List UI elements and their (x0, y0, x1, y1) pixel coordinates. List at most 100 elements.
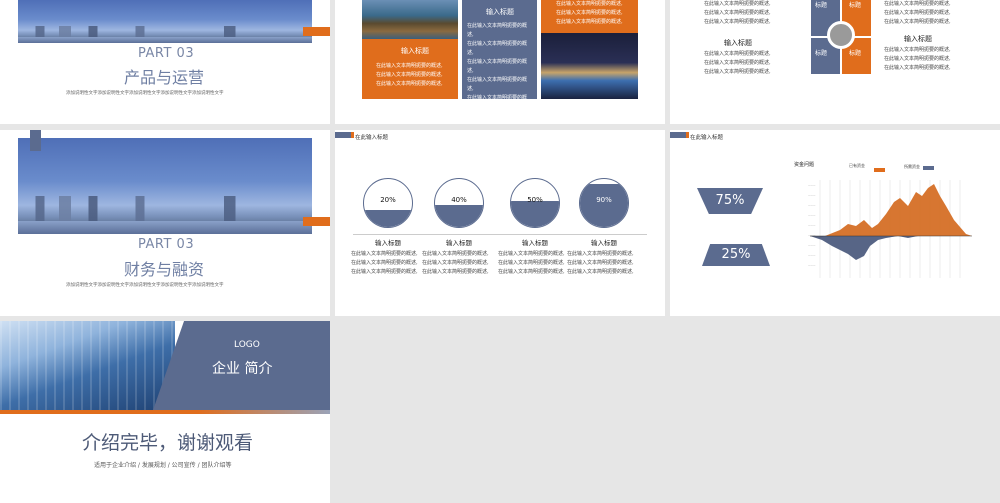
box-line: 在此输入文本简明扼要的概述, (467, 59, 528, 74)
svg-text:———: ——— (808, 264, 816, 267)
text-line: 在此输入文本简明扼要的概述, (567, 260, 634, 266)
caption: 添加说明性文字添加说明性文字添加说明性文字添加说明性文字添加说明性文字 (66, 91, 224, 96)
quadrant-diagram: 标题 标题 标题 标题 (811, 0, 871, 74)
svg-text:———: ——— (808, 254, 816, 257)
slide-thumbnail-2[interactable]: 输入标题 在此输入文本简明扼要的概述, 在此输入文本简明扼要的概述, 在此输入文… (335, 0, 665, 124)
slide-thumbnail-5[interactable]: 在此输入标题 20% 输入标题 在此输入文本简明扼要的概述, 在此输入文本简明扼要的概… (335, 130, 665, 316)
city-photo (18, 0, 312, 43)
night-city-photo (541, 33, 638, 99)
left-heading: 输入标题 (724, 39, 752, 47)
building-photo (0, 321, 175, 413)
text-line: 在此输入文本简明扼要的概述, (422, 269, 489, 275)
percent-label: 50% (527, 196, 543, 204)
percent-circle: 40% (434, 178, 484, 228)
column-text: 在此输入文本简明扼要的概述, 在此输入文本简明扼要的概述, 在此输入文本简明扼要的概… (422, 250, 492, 277)
closing-title: 介绍完毕，谢谢观看 (82, 432, 254, 454)
divider-line (353, 234, 647, 235)
box-line: 在此输入文本简明扼要的概述, (467, 23, 528, 38)
text-line: 在此输入文本简明扼要的概述, (498, 251, 565, 257)
box-line: 在此输入文本简明扼要的概述, (376, 72, 443, 78)
part-label: PART 03 (138, 237, 195, 252)
box-line: 在此输入文本简明扼要的概述, (376, 63, 443, 69)
slide-thumbnail-7[interactable]: LOGO 企业 简介 介绍完毕，谢谢观看 适用于企业介绍 / 发展规划 / 公司… (0, 321, 330, 503)
slide-header: 在此输入标题 (690, 135, 724, 141)
box-title: 输入标题 (401, 47, 429, 55)
text-line: 在此输入文本简明扼要的概述, (884, 1, 951, 7)
svg-text:———: ——— (808, 184, 816, 187)
box-line: 在此输入文本简明扼要的概述, (556, 19, 623, 25)
header-swatch (670, 132, 689, 138)
legend-swatch (923, 166, 934, 170)
text-line: 在此输入文本简明扼要的概述, (704, 51, 771, 57)
coast-photo (362, 0, 458, 39)
svg-text:———: ——— (808, 214, 816, 217)
stat-box-75: 75% (697, 188, 763, 214)
quad-label: 标题 (815, 50, 828, 57)
closing-subtitle: 适用于企业介绍 / 发展规划 / 公司宣传 / 团队介绍等 (94, 462, 232, 469)
box-line: 在此输入文本简明扼要的概述, (376, 81, 443, 87)
company-title: 企业 简介 (212, 361, 273, 377)
percent-circle: 90% (579, 178, 629, 228)
slide-thumbnail-3[interactable]: 在此输入文本简明扼要的概述, 在此输入文本简明扼要的概述, 在此输入文本简明扼要… (670, 0, 1000, 124)
orange-accent (303, 217, 330, 226)
orange-box-top: 在此输入文本简明扼要的概述, 在此输入文本简明扼要的概述, 在此输入文本简明扼要… (541, 0, 638, 33)
city-photo (18, 138, 312, 234)
orange-accent (303, 27, 330, 36)
navy-box: 输入标题 在此输入文本简明扼要的概述, 在此输入文本简明扼要的概述, 在此输入文… (462, 0, 537, 110)
text-line: 在此输入文本简明扼要的概述, (704, 10, 771, 16)
text-line: 在此输入文本简明扼要的概述, (567, 251, 634, 257)
percent-circle: 50% (510, 178, 560, 228)
slide-thumbnail-4[interactable]: PART 03 财务与融资 添加说明性文字添加说明性文字添加说明性文字添加说明性… (0, 130, 330, 316)
text-line: 在此输入文本简明扼要的概述, (422, 260, 489, 266)
box-title: 输入标题 (486, 8, 514, 16)
text-line: 在此输入文本简明扼要的概述, (884, 19, 951, 25)
slide-thumbnail-1[interactable]: PART 03 产品与运营 添加说明性文字添加说明性文字添加说明性文字添加说明性… (0, 0, 330, 124)
text-line: 在此输入文本简明扼要的概述, (704, 69, 771, 75)
quad-label: 标题 (849, 50, 862, 57)
logo-text: LOGO (234, 340, 260, 350)
column-text: 在此输入文本简明扼要的概述, 在此输入文本简明扼要的概述, 在此输入文本简明扼要的概… (498, 250, 568, 277)
percent-label: 20% (380, 196, 396, 204)
svg-text:———: ——— (808, 204, 816, 207)
area-chart: ———————————— ——————————————— (808, 180, 972, 278)
percent-fill (435, 205, 483, 227)
column-text: 在此输入文本简明扼要的概述, 在此输入文本简明扼要的概述, 在此输入文本简明扼要的概… (567, 250, 637, 277)
svg-text:———: ——— (808, 194, 816, 197)
part-label: PART 03 (138, 46, 195, 61)
legend-label: 所需资金 (904, 164, 920, 169)
percent-fill (364, 210, 412, 227)
text-line: 在此输入文本简明扼要的概述, (704, 19, 771, 25)
text-line: 在此输入文本简明扼要的概述, (351, 251, 418, 257)
percent-fill (511, 200, 559, 227)
box-line: 在此输入文本简明扼要的概述, (467, 77, 528, 92)
center-circle (827, 21, 855, 49)
box-line: 在此输入文本简明扼要的概述, (467, 41, 528, 56)
percent-circle: 20% (363, 178, 413, 228)
percent-label: 90% (596, 196, 612, 204)
text-line: 在此输入文本简明扼要的概述, (884, 47, 951, 53)
text-line: 在此输入文本简明扼要的概述, (567, 269, 634, 275)
box-line: 在此输入文本简明扼要的概述, (467, 95, 528, 110)
text-line: 在此输入文本简明扼要的概述, (884, 56, 951, 62)
text-line: 在此输入文本简明扼要的概述, (704, 60, 771, 66)
divider-bar (0, 410, 330, 414)
text-line: 在此输入文本简明扼要的概述, (351, 269, 418, 275)
text-line: 在此输入文本简明扼要的概述, (884, 65, 951, 71)
legend-swatch (874, 168, 885, 172)
column-heading: 输入标题 (446, 239, 472, 247)
text-line: 在此输入文本简明扼要的概述, (498, 260, 565, 266)
stat-box-25: 25% (702, 244, 770, 266)
box-line: 在此输入文本简明扼要的概述, (556, 10, 623, 16)
right-heading: 输入标题 (904, 35, 932, 43)
slide-thumbnail-6[interactable]: 在此输入标题 75% 25% 资金问题 已有资金 所需资金 ——— ——— ——— —… (670, 130, 1000, 316)
text-line: 在此输入文本简明扼要的概述, (884, 10, 951, 16)
text-line: 在此输入文本简明扼要的概述, (498, 269, 565, 275)
column-heading: 输入标题 (591, 239, 617, 247)
section-title: 财务与融资 (124, 260, 205, 279)
stat-value: 75% (715, 193, 745, 208)
header-swatch (335, 132, 354, 138)
text-line: 在此输入文本简明扼要的概述, (704, 1, 771, 7)
column-text: 在此输入文本简明扼要的概述, 在此输入文本简明扼要的概述, 在此输入文本简明扼要的概… (351, 250, 421, 277)
stat-value: 25% (721, 247, 751, 262)
svg-text:———: ——— (808, 224, 816, 227)
